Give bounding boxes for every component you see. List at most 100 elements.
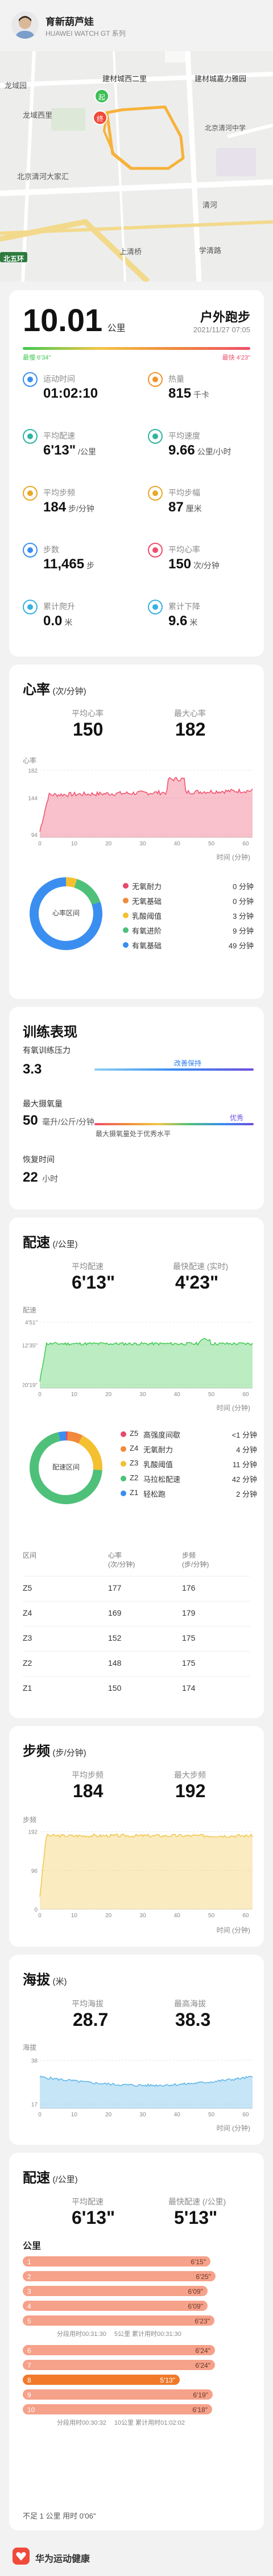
split-pace: 6'25" (196, 2273, 211, 2281)
steps-icon-dot (27, 547, 33, 553)
y-tick-label: 17 (31, 2102, 38, 2108)
splits-card: 配速 (/公里) 平均配速 6'13" 最快配速 (/公里) 5'13" 公里 … (9, 2153, 264, 2530)
x-tick-label: 10 (71, 1913, 78, 1919)
table-cell: 175 (182, 1633, 196, 1642)
metric-label: 累计下降 (168, 602, 200, 611)
x-tick-label: 30 (139, 1392, 146, 1398)
split-pace: 6'09" (188, 2302, 203, 2310)
zone-row: 有氧进阶 9 分钟 (123, 924, 254, 936)
x-tick-label: 30 (139, 841, 146, 847)
x-tick-label: 60 (242, 1392, 249, 1398)
zone-dot (121, 1476, 126, 1481)
cadence-chart: 0 96 192 0 10 20 30 40 50 60 (28, 1830, 253, 1919)
ascent-icon-dot (27, 604, 33, 610)
split-row[interactable]: 7 6'24" (23, 2359, 250, 2371)
cadence-chart-ylabel: 步频 (23, 1816, 37, 1824)
metric-value: 9.66 (168, 443, 195, 458)
y-tick-label: 144 (28, 796, 38, 802)
metric-item: 平均配速 6'13"/公里 (23, 427, 142, 478)
split-segment-note: 分段用时00:31:30 5公里 累计用时00:31:30 (23, 2329, 250, 2340)
metric-value-row: 11,465 步 (43, 556, 94, 572)
splits-avg-label: 平均配速 (72, 2197, 104, 2206)
table-row: Z1 150 174 (23, 1676, 250, 1699)
zone-name: 无氧耐力 (132, 882, 162, 891)
table-header: 区间 (23, 1551, 37, 1559)
table-cell: Z4 (23, 1608, 32, 1617)
split-row[interactable]: 9 6'19" (23, 2388, 250, 2401)
x-tick-label: 30 (139, 1913, 146, 1919)
split-cumulative-time: 5公里 累计用时00:31:30 (114, 2331, 181, 2338)
zone-dot (123, 883, 129, 889)
training-card: 训练表现 有氧训练压力 3.3 改善保持 最大摄氧量 50 毫升/公斤/分钟 优… (9, 1007, 264, 1209)
series-area (40, 1338, 253, 1388)
y-tick-label: 182 (28, 768, 38, 774)
metric-unit: 厘米 (185, 504, 202, 513)
route-map[interactable]: 建材城西二里 建材城嘉力雅园 龙域园 龙域西里 北京清河中学 北京清河大家汇 北… (0, 51, 273, 282)
map-label: 学清路 (199, 246, 222, 255)
pace-donut-label: 配速区间 (52, 1463, 80, 1471)
vo2-unit: 毫升/公斤/分钟 (42, 1117, 94, 1126)
metric-item: 步数 11,465 步 (23, 540, 142, 592)
split-row[interactable]: 8 5'13" (23, 2373, 250, 2386)
heart-max-value: 182 (175, 719, 206, 740)
table-cell: 179 (182, 1608, 196, 1617)
metric-label: 步数 (43, 545, 59, 554)
x-tick-label: 0 (38, 841, 42, 847)
cadence-avg-label: 平均步频 (72, 1770, 104, 1780)
table-cell: 176 (182, 1583, 196, 1592)
split-row[interactable]: 5 6'23" (23, 2314, 250, 2327)
table-cell: 148 (108, 1658, 122, 1667)
splits-footer: 不足 1 公里 用时 0'06" (23, 2512, 96, 2520)
metric-value-row: 87 厘米 (168, 499, 202, 515)
cadence-title: 步频 (23, 1744, 50, 1759)
pace-chart-ylabel: 配速 (23, 1306, 37, 1314)
altitude-avg-value: 28.7 (73, 2009, 109, 2030)
vo2-desc: 最大摄氧量处于优秀水平 (96, 1130, 171, 1138)
altitude-title-unit: (米) (52, 1977, 67, 1987)
map-label: 建材城西二里 (102, 75, 147, 83)
descent-icon-dot (152, 604, 158, 610)
zone-time: 2 分钟 (236, 1490, 257, 1498)
split-pace: 6'15" (191, 2258, 206, 2266)
split-row[interactable]: 4 6'09" (23, 2300, 250, 2312)
split-pace: 6'23" (195, 2317, 210, 2325)
split-km: 10 (27, 2406, 35, 2414)
metric-value-row: 815 千卡 (168, 386, 209, 402)
split-row[interactable]: 1 6'15" (23, 2255, 250, 2268)
metric-value: 815 (168, 386, 192, 401)
pace-avg-label: 平均配速 (72, 1262, 104, 1271)
split-row[interactable]: 2 6'25" (23, 2270, 250, 2282)
metric-unit: 步 (86, 561, 95, 570)
metric-value: 6'13" (43, 443, 76, 458)
zone-time: 42 分钟 (231, 1475, 257, 1484)
split-row[interactable]: 6 6'24" (23, 2344, 250, 2356)
header: 育新葫芦娃 HUAWEI WATCH GT 系列 (0, 0, 273, 51)
split-km: 5 (27, 2317, 31, 2325)
split-km: 3 (27, 2288, 31, 2296)
cadence-icon (23, 486, 38, 501)
zone-dot (121, 1491, 126, 1496)
pace-chart-xlabel: 时间 (分钟) (216, 1404, 250, 1412)
steps-icon (23, 543, 38, 558)
metric-item: 平均速度 9.66 公里/小时 (148, 427, 264, 478)
table-cell: Z5 (23, 1583, 32, 1592)
table-cell: 174 (182, 1683, 196, 1692)
x-tick-label: 0 (38, 1913, 42, 1919)
map-label: 北京清河大家汇 (17, 172, 69, 181)
heart-title: 心率 (23, 682, 50, 697)
x-tick-label: 20 (105, 1913, 112, 1919)
descent-icon (148, 600, 163, 614)
split-row[interactable]: 10 6'18" (23, 2403, 250, 2416)
split-row[interactable]: 3 6'09" (23, 2285, 250, 2297)
x-tick-label: 10 (71, 841, 78, 847)
zone-dot (123, 913, 129, 918)
zone-row: Z1 轻松跑 2 分钟 (121, 1487, 257, 1500)
x-tick-label: 0 (38, 2112, 42, 2118)
metric-value: 01:02:10 (43, 386, 98, 401)
avatar[interactable] (11, 11, 39, 39)
zone-code: Z5 (130, 1429, 139, 1438)
x-tick-label: 20 (105, 841, 112, 847)
zone-time: 49 分钟 (228, 942, 254, 950)
pace-fast-label: 最快配速 (实时) (173, 1262, 229, 1271)
metric-value-row: 6'13"/公里 (43, 443, 96, 459)
